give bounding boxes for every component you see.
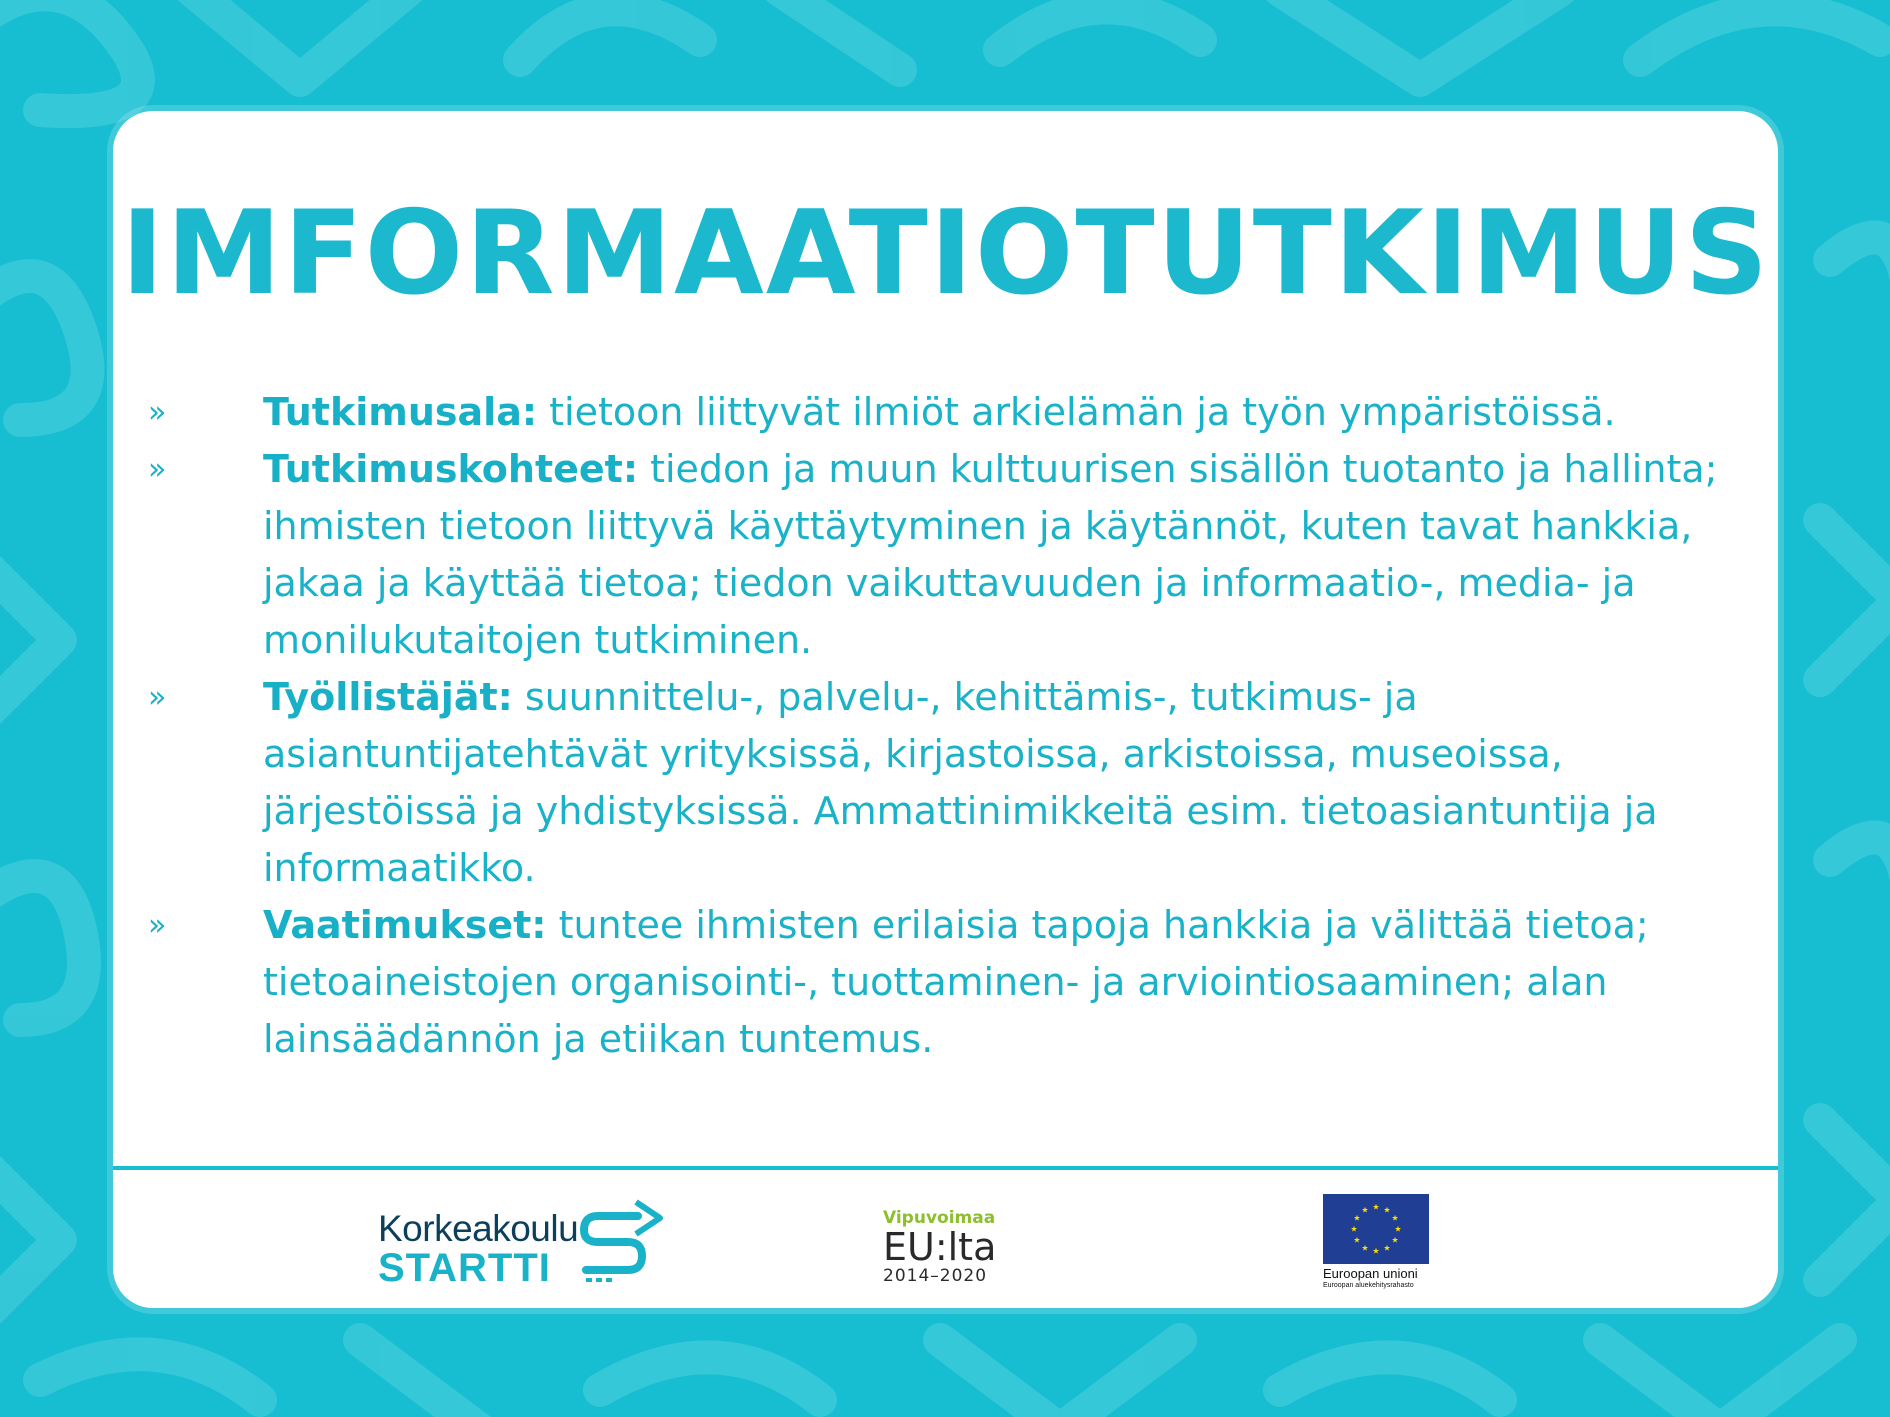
list-item: » Tutkimusala: tietoon liittyvät ilmiöt … [148, 384, 1768, 441]
item-label: Tutkimusala: [263, 390, 538, 434]
item-label: Vaatimukset: [263, 903, 547, 947]
content-card: IMFORMAATIOTUTKIMUS » Tutkimusala: tieto… [113, 111, 1778, 1308]
startti-s-arrow-icon [579, 1199, 663, 1282]
page-title: IMFORMAATIOTUTKIMUS [120, 186, 1771, 321]
startti-logo-line2: STARTTI [378, 1246, 551, 1290]
footer-divider [113, 1166, 1778, 1170]
item-text: tietoon liittyvät ilmiöt arkielämän ja t… [537, 390, 1616, 434]
eu-logo-line1: Euroopan unioni [1323, 1266, 1418, 1281]
bullet-icon: » [148, 452, 167, 487]
eu-logo: Euroopan unioni Euroopan aluekehitysraha… [1323, 1194, 1433, 1294]
korkeakoulu-startti-logo: Korkeakoulu STARTTI [378, 1196, 668, 1296]
list-item: » Vaatimukset: tuntee ihmisten erilaisia… [148, 897, 1768, 1068]
list-item: » Työllistäjät: suunnittelu-, palvelu-, … [148, 669, 1768, 897]
item-label: Työllistäjät: [263, 675, 513, 719]
bullet-icon: » [148, 680, 167, 715]
vipuvoimaa-line3: 2014–2020 [883, 1266, 988, 1286]
bullet-icon: » [148, 908, 167, 943]
eu-logo-line2: Euroopan aluekehitysrahasto [1323, 1282, 1414, 1289]
info-list: » Tutkimusala: tietoon liittyvät ilmiöt … [148, 384, 1768, 1068]
vipuvoimaa-logo: Vipuvoimaa EU:lta 2014–2020 [883, 1209, 1013, 1289]
list-item: » Tutkimuskohteet: tiedon ja muun kulttu… [148, 441, 1768, 669]
startti-logo-line1: Korkeakoulu [378, 1208, 579, 1249]
item-label: Tutkimuskohteet: [263, 447, 639, 491]
vipuvoimaa-line2: EU:lta [883, 1225, 997, 1269]
eu-flag-icon [1323, 1194, 1429, 1264]
bullet-icon: » [148, 395, 167, 430]
